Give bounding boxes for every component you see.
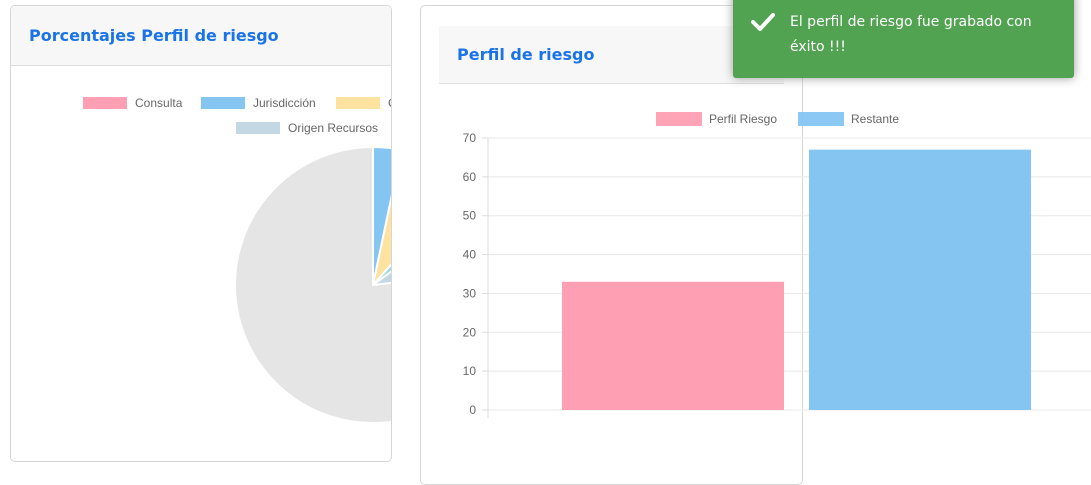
legend-swatch	[236, 122, 280, 134]
legend-swatch	[201, 97, 245, 109]
bar-chart: Perfil Riesgo Restante 0 10 20 30 40 50 60 70	[463, 112, 1091, 418]
legend-swatch	[656, 112, 702, 126]
y-tick-label: 70	[463, 131, 477, 145]
pie-chart: Consulta Jurisdicción Canal Origen Recursos	[83, 96, 392, 424]
y-tick-label: 10	[463, 364, 477, 378]
legend-label: Canal	[388, 96, 392, 110]
y-tick-label: 40	[463, 248, 477, 262]
legend-swatch	[336, 97, 380, 109]
legend-label: Restante	[851, 112, 899, 126]
check-icon	[751, 13, 775, 31]
card-title: Porcentajes Perfil de riesgo	[11, 6, 391, 66]
y-tick-label: 0	[469, 403, 476, 417]
legend-label: Origen Recursos	[288, 121, 378, 135]
success-toast[interactable]: El perfil de riesgo fue grabado con éxit…	[733, 0, 1074, 78]
bar	[562, 281, 784, 410]
bar	[809, 149, 1031, 410]
legend-swatch	[798, 112, 844, 126]
y-tick-label: 30	[463, 286, 477, 300]
risk-percentages-card: Porcentajes Perfil de riesgo Consulta Jur…	[10, 5, 392, 462]
y-tick-label: 20	[463, 325, 477, 339]
toast-message: El perfil de riesgo fue grabado con éxit…	[790, 14, 1032, 55]
y-tick-label: 50	[463, 209, 477, 223]
pie-slice	[234, 145, 391, 424]
legend-label: Jurisdicción	[253, 96, 316, 110]
y-tick-label: 60	[463, 170, 477, 184]
legend-label: Perfil Riesgo	[709, 112, 777, 126]
legend-label: Consulta	[135, 96, 183, 110]
legend-swatch	[83, 97, 127, 109]
